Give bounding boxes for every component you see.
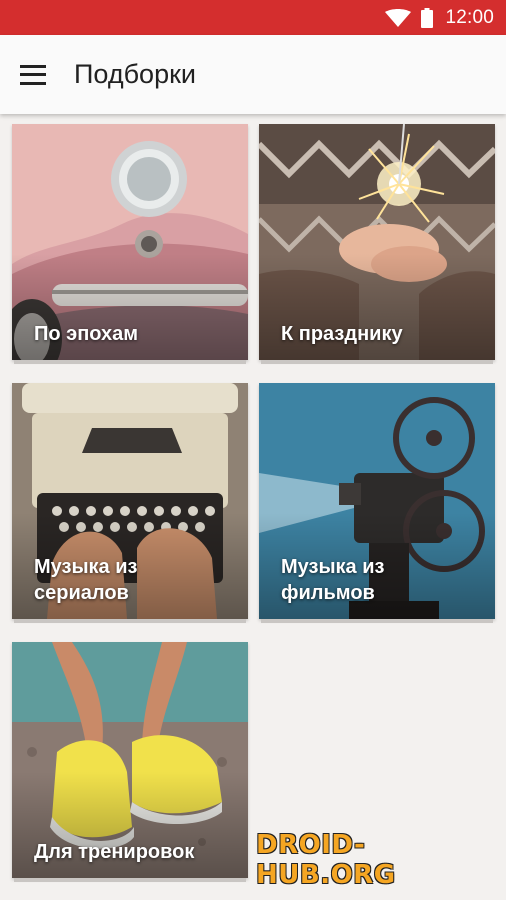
collection-label: Музыка из сериалов: [34, 556, 138, 604]
collection-label: Музыка из фильмов: [281, 556, 385, 604]
collection-card-holiday[interactable]: К празднику: [259, 124, 495, 360]
page-title: Подборки: [74, 59, 196, 89]
app-bar: Подборки: [0, 35, 506, 114]
status-time: 12:00: [445, 6, 494, 28]
collection-card-workout[interactable]: Для тренировок: [12, 642, 248, 878]
collection-label: Для тренировок: [34, 841, 195, 863]
collection-card-eras[interactable]: По эпохам: [12, 124, 248, 360]
status-bar: 12:00: [0, 0, 506, 35]
watermark: DROID-HUB.ORG: [256, 830, 396, 890]
collection-label: По эпохам: [34, 323, 139, 345]
wifi-icon: [385, 8, 412, 27]
battery-icon: [421, 7, 434, 28]
menu-icon[interactable]: [20, 64, 46, 85]
collection-card-series[interactable]: Музыка из сериалов: [12, 383, 248, 619]
collection-card-films[interactable]: Музыка из фильмов: [259, 383, 495, 619]
collection-label: К празднику: [281, 323, 403, 345]
